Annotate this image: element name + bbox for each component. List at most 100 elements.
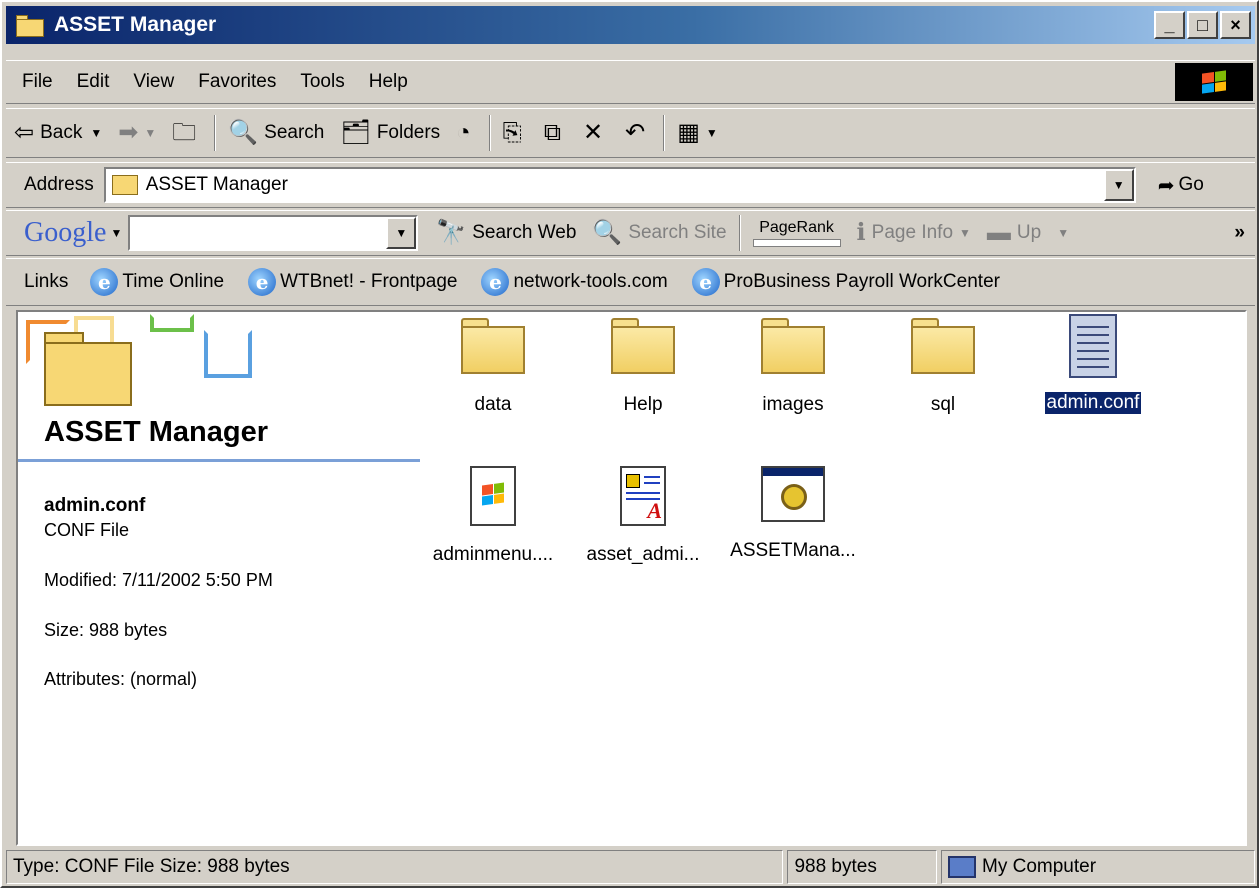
toolbar-separator (663, 115, 666, 151)
move-to-icon: ⎘ (502, 119, 522, 146)
google-search-input[interactable]: ▼ (128, 215, 419, 251)
file-label: ASSETMana... (730, 540, 856, 561)
page-info-button[interactable]: ℹ Page Info ▼ (849, 211, 979, 255)
file-label: Help (623, 394, 663, 415)
views-button[interactable]: ▦ ▼ (669, 109, 726, 157)
pagerank-indicator[interactable]: PageRank (745, 218, 849, 247)
file-label: data (474, 394, 512, 415)
file-item-help[interactable]: Help (568, 318, 718, 416)
search-web-button[interactable]: 🔭 Search Web (428, 211, 584, 255)
selected-file-attributes: Attributes: (normal) (44, 669, 198, 689)
menu-tools[interactable]: Tools (288, 71, 356, 93)
google-search-dropdown-button[interactable]: ▼ (386, 217, 417, 249)
link-label: network-tools.com (513, 271, 668, 292)
status-info: Type: CONF File Size: 988 bytes (6, 850, 784, 884)
ie-page-icon: e (691, 268, 720, 296)
folder-icon (911, 318, 975, 374)
menu-favorites[interactable]: Favorites (186, 71, 288, 93)
delete-button[interactable]: ✕ (575, 109, 617, 157)
history-icon: ◔ (456, 119, 471, 146)
google-logo[interactable]: Google (6, 217, 106, 249)
go-arrow-icon: ➦ (1157, 174, 1175, 197)
link-network-tools[interactable]: e network-tools.com (469, 268, 679, 296)
back-button[interactable]: ⇦ Back ▼ (6, 109, 110, 157)
google-menu-dropdown-icon[interactable]: ▼ (110, 226, 122, 240)
address-bar: Address ASSET Manager ▼ ➦ Go (6, 162, 1255, 208)
menu-help[interactable]: Help (357, 71, 420, 93)
folder-icon (111, 175, 138, 195)
info-icon: ℹ (856, 219, 866, 246)
selected-file-name: admin.conf (44, 495, 146, 516)
file-item-asset-admin[interactable]: A asset_admi... (568, 466, 718, 566)
address-value: ASSET Manager (145, 174, 288, 195)
forward-dropdown-icon[interactable]: ▼ (144, 126, 156, 140)
title-bar[interactable]: ASSET Manager _ □ × (6, 6, 1255, 44)
back-dropdown-icon[interactable]: ▼ (90, 126, 102, 140)
file-item-data[interactable]: data (418, 318, 568, 416)
folders-button[interactable]: 🗂 Folders (332, 109, 448, 157)
move-to-button[interactable]: ⎘ (495, 109, 536, 157)
folders-label: Folders (376, 122, 441, 143)
standard-toolbar: ⇦ Back ▼ ➡ ▼ 🗀 🔍 Search 🗂 Folders ◔ ⎘ ⧉ … (6, 108, 1255, 158)
undo-icon: ↶ (625, 119, 646, 146)
copy-to-button[interactable]: ⧉ (536, 109, 575, 157)
up-dropdown-icon[interactable]: ▼ (1057, 226, 1069, 240)
menu-edit[interactable]: Edit (65, 71, 122, 93)
pagerank-label: PageRank (759, 218, 834, 236)
views-dropdown-icon[interactable]: ▼ (706, 126, 718, 140)
link-probusiness-payroll[interactable]: e ProBusiness Payroll WorkCenter (680, 268, 1012, 296)
up-folder-button[interactable]: 🗀 (164, 109, 210, 157)
folder-icon (761, 318, 825, 374)
folder-content-pane[interactable]: ASSET Manager admin.conf CONF File Modif… (16, 310, 1247, 846)
file-item-adminmenu[interactable]: adminmenu.... (418, 466, 568, 566)
address-dropdown-button[interactable]: ▼ (1103, 169, 1134, 201)
file-item-admin-conf[interactable]: admin.conf (1018, 314, 1168, 415)
search-button[interactable]: 🔍 Search (220, 109, 332, 157)
search-site-icon: 🔍 (592, 219, 623, 246)
search-web-label: Search Web (472, 222, 577, 243)
file-item-assetmanager-exe[interactable]: ASSETMana... (718, 466, 868, 562)
file-item-images[interactable]: images (718, 318, 868, 416)
up-button[interactable]: ▬ Up ▼ (979, 211, 1077, 255)
pagerank-meter (752, 238, 841, 247)
windows-logo-icon (1175, 63, 1253, 101)
menu-view[interactable]: View (121, 71, 186, 93)
page-info-label: Page Info (871, 222, 954, 243)
close-button[interactable]: × (1220, 11, 1251, 39)
ie-page-icon: e (248, 268, 277, 296)
status-bar: Type: CONF File Size: 988 bytes 988 byte… (6, 850, 1255, 886)
explorer-window: ASSET Manager _ □ × File Edit View Favor… (0, 0, 1259, 888)
menu-file[interactable]: File (6, 71, 65, 93)
status-zone-label: My Computer (982, 856, 1097, 877)
search-site-label: Search Site (628, 222, 727, 243)
go-button[interactable]: ➦ Go (1158, 173, 1204, 198)
google-toolbar: Google ▼ ▼ 🔭 Search Web 🔍 Search Site Pa… (6, 210, 1255, 256)
folders-icon: 🗂 (340, 119, 371, 146)
minimize-button[interactable]: _ (1154, 11, 1185, 39)
link-time-online[interactable]: e Time Online (78, 268, 236, 296)
selected-file-type: CONF File (44, 520, 129, 540)
file-item-sql[interactable]: sql (868, 318, 1018, 416)
link-wtbnet[interactable]: e WTBnet! - Frontpage (236, 268, 469, 296)
chevron-more-icon[interactable]: » (1234, 222, 1245, 244)
ie-page-icon: e (481, 268, 510, 296)
document-file-icon: A (620, 466, 666, 526)
address-field[interactable]: ASSET Manager ▼ (103, 167, 1136, 203)
folder-icon (611, 318, 675, 374)
search-label: Search (264, 122, 325, 143)
search-site-button[interactable]: 🔍 Search Site (584, 211, 734, 255)
folder-icon (16, 13, 46, 37)
delete-icon: ✕ (583, 119, 604, 146)
page-info-dropdown-icon[interactable]: ▼ (959, 226, 971, 240)
links-bar: Links e Time Online e WTBnet! - Frontpag… (6, 258, 1255, 306)
toolbar-separator (214, 115, 217, 151)
history-button[interactable]: ◔ (448, 109, 485, 157)
folder-title: ASSET Manager (44, 416, 268, 448)
maximize-button[interactable]: □ (1187, 11, 1218, 39)
forward-button[interactable]: ➡ ▼ (110, 109, 164, 157)
undo-button[interactable]: ↶ (617, 109, 659, 157)
selected-file-modified: Modified: 7/11/2002 5:50 PM (44, 570, 273, 590)
binoculars-icon: 🔭 (436, 219, 467, 246)
folder-icon (461, 318, 525, 374)
window-title: ASSET Manager (54, 13, 217, 36)
